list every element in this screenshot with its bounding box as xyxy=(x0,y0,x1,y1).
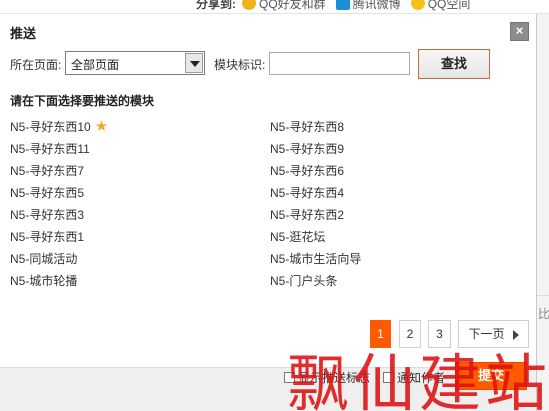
page-select[interactable]: 全部页面 xyxy=(65,51,205,75)
module-item[interactable]: N5-同城活动 xyxy=(10,250,77,267)
page-filter-label: 所在页面: xyxy=(10,58,62,72)
qzone-icon xyxy=(410,0,425,10)
module-item[interactable]: N5-城市轮播 xyxy=(10,272,77,289)
section-hint: 请在下面选择要推送的模块 xyxy=(10,94,155,108)
star-icon: ★ xyxy=(94,117,109,135)
watermark-text: 飘仙建站 xyxy=(287,347,549,411)
chevron-down-icon[interactable] xyxy=(185,53,203,73)
module-item[interactable]: N5-寻好东西4 xyxy=(270,184,344,201)
module-item[interactable]: N5-门户头条 xyxy=(270,272,337,289)
share-qq-friends[interactable]: QQ好友和群 xyxy=(242,0,326,12)
background-divider xyxy=(536,295,549,296)
search-button[interactable]: 查找 xyxy=(418,49,490,79)
module-item[interactable]: N5-寻好东西11 xyxy=(10,140,90,157)
share-label: 分享到: xyxy=(196,0,236,11)
module-item[interactable]: N5-寻好东西1 xyxy=(10,228,84,245)
weibo-icon xyxy=(335,0,350,10)
module-item[interactable]: N5-寻好东西2 xyxy=(270,206,344,223)
dialog-title: 推送 xyxy=(10,26,37,41)
module-item[interactable]: N5-寻好东西10 ★ xyxy=(10,118,108,135)
background-edge-text: 比 xyxy=(538,307,549,321)
module-item[interactable]: N5-寻好东西5 xyxy=(10,184,84,201)
module-id-input[interactable] xyxy=(269,52,410,75)
module-item[interactable]: N5-寻好东西6 xyxy=(270,162,344,179)
module-item[interactable]: N5-逛花坛 xyxy=(270,228,325,245)
module-id-label: 模块标识: xyxy=(214,58,266,72)
share-qzone[interactable]: QQ空间 xyxy=(410,0,470,12)
page-select-value: 全部页面 xyxy=(71,58,120,72)
module-item[interactable]: N5-寻好东西9 xyxy=(270,140,344,157)
close-button[interactable]: × xyxy=(510,22,529,41)
qq-icon xyxy=(242,0,256,10)
share-tencent-weibo[interactable]: 腾讯微博 xyxy=(335,0,401,12)
module-item[interactable]: N5-城市生活向导 xyxy=(270,250,361,267)
share-bar: 分享到: QQ好友和群 腾讯微博 QQ空间 xyxy=(196,0,480,11)
module-item[interactable]: N5-寻好东西7 xyxy=(10,162,84,179)
module-item[interactable]: N5-寻好东西3 xyxy=(10,206,84,223)
module-item[interactable]: N5-寻好东西8 xyxy=(270,118,344,135)
